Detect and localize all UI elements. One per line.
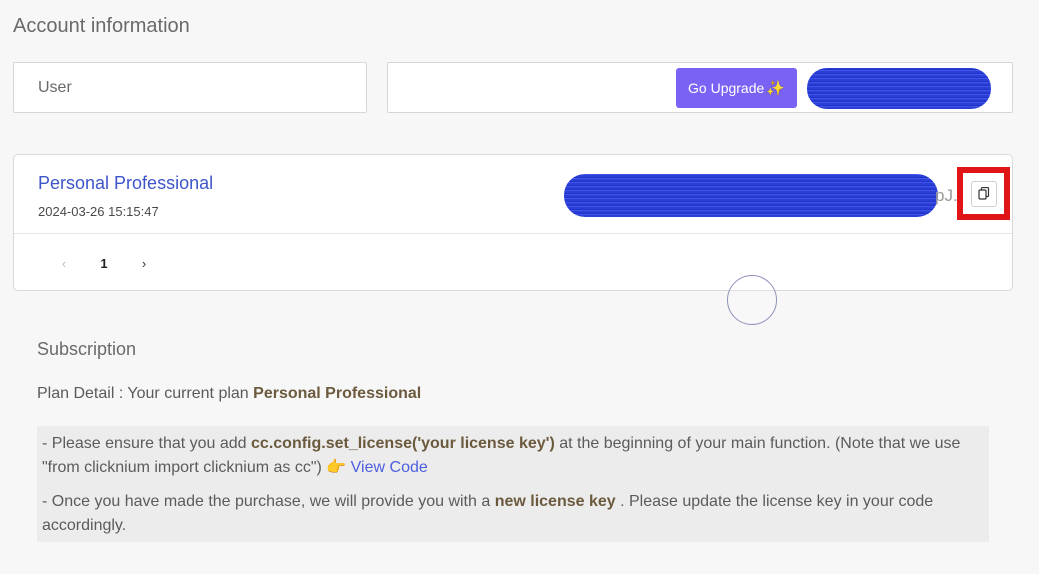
notice-line-1-text-a: - Please ensure that you add <box>42 435 252 452</box>
user-label: User <box>38 79 72 96</box>
notice-new-license-key: new license key <box>494 493 616 510</box>
prev-page-button[interactable]: ‹ <box>44 251 84 275</box>
redacted-account-info <box>807 68 991 109</box>
user-field: User <box>13 62 367 113</box>
redacted-license-key <box>564 174 938 217</box>
pointing-hand-icon: 👉 <box>326 459 347 476</box>
notice-license-code: cc.config.set_license('your license key'… <box>251 435 555 452</box>
license-plan-link[interactable]: Personal Professional <box>38 173 213 194</box>
license-created-date: 2024-03-26 15:15:47 <box>38 204 159 219</box>
plan-detail-plan-name: Personal Professional <box>253 385 422 402</box>
pagination: ‹ 1 › <box>44 251 164 275</box>
license-card: Personal Professional 2024-03-26 15:15:4… <box>13 154 1013 291</box>
notice-line-2-text-a: - Once you have made the purchase, we wi… <box>42 493 495 510</box>
notice-line-2: - Once you have made the purchase, we wi… <box>42 490 984 538</box>
cursor-indicator <box>727 275 777 325</box>
license-notice: - Please ensure that you add cc.config.s… <box>37 426 989 542</box>
page-title: Account information <box>13 15 190 37</box>
plan-detail-prefix: Plan Detail : Your current plan <box>37 385 254 402</box>
view-code-link[interactable]: View Code <box>351 459 428 476</box>
license-key-suffix: pJ. <box>935 186 958 205</box>
next-page-button[interactable]: › <box>124 251 164 275</box>
go-upgrade-button[interactable]: Go Upgrade ✨ <box>676 68 797 108</box>
copy-license-button[interactable] <box>970 180 997 207</box>
go-upgrade-label: Go Upgrade <box>688 80 765 96</box>
notice-line-1: - Please ensure that you add cc.config.s… <box>42 432 984 480</box>
account-plan-field: Go Upgrade ✨ <box>387 62 1013 113</box>
sparkle-icon: ✨ <box>766 80 785 97</box>
copy-highlight-box <box>957 167 1010 220</box>
card-divider <box>14 233 1012 234</box>
subscription-title: Subscription <box>37 339 137 359</box>
page-number-1[interactable]: 1 <box>84 251 124 275</box>
copy-icon <box>977 187 989 200</box>
plan-detail: Plan Detail : Your current plan Personal… <box>37 385 421 403</box>
